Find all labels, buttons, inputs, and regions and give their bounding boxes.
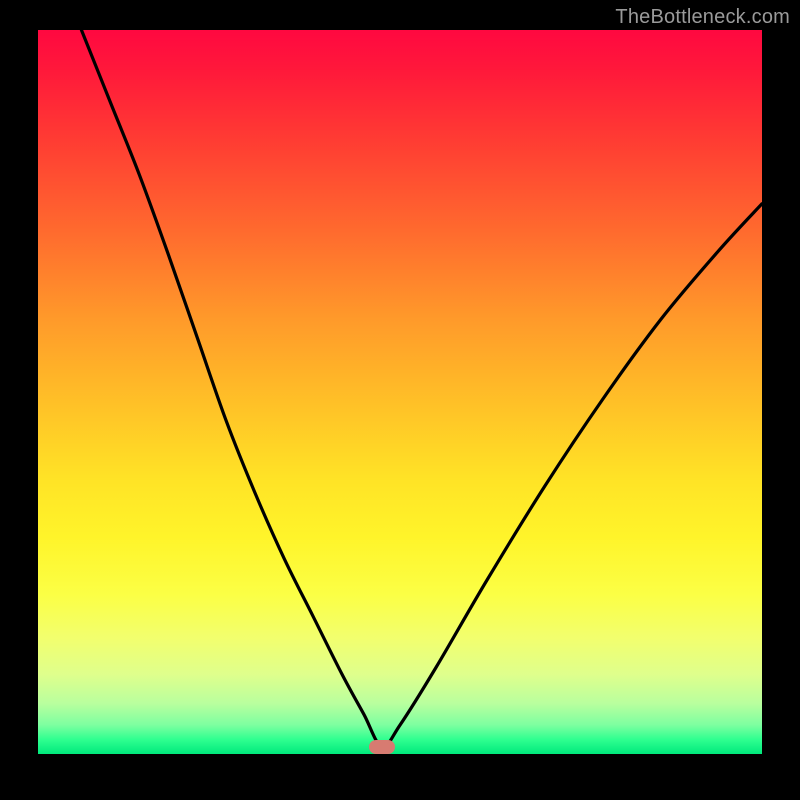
chart-frame: TheBottleneck.com xyxy=(0,0,800,800)
minimum-marker xyxy=(369,740,395,754)
bottleneck-curve xyxy=(38,30,762,754)
watermark-text: TheBottleneck.com xyxy=(615,6,790,29)
plot-area xyxy=(38,30,762,754)
